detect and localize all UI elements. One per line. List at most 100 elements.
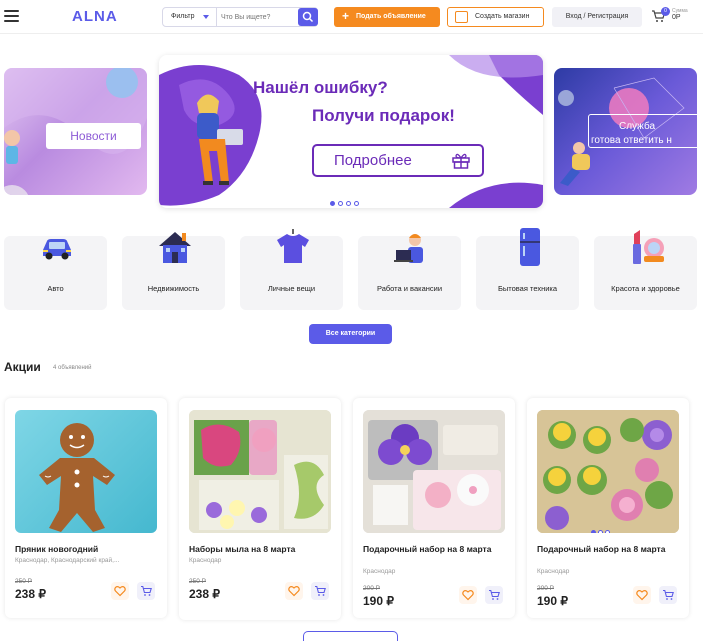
add-to-cart-button[interactable] (137, 582, 155, 600)
house-icon (159, 232, 191, 263)
banner-bug-report[interactable]: Нашёл ошибку? Получи подарок! Подробнее (159, 55, 543, 208)
product-name[interactable]: Подарочный набор на 8 марта (537, 544, 681, 555)
category-appliances[interactable]: Бытовая техника (476, 228, 579, 310)
product-location: Краснодар, Краснодарский край,... (15, 557, 120, 564)
heart-icon (636, 590, 648, 601)
category-label: Бытовая техника (497, 284, 558, 293)
tshirt-icon (277, 229, 309, 263)
plus-icon: + (342, 9, 350, 23)
image-dot[interactable] (605, 530, 610, 533)
fridge-icon (520, 228, 540, 266)
category-real-estate[interactable]: Недвижимость (122, 232, 225, 310)
banner-news[interactable]: Новости (4, 68, 147, 195)
search-input[interactable] (221, 8, 299, 26)
flower-soap-image (537, 410, 679, 533)
section-count: 4 объявлений (53, 365, 92, 371)
product-old-price: 200 Р (537, 585, 554, 592)
chevron-down-icon (203, 15, 209, 19)
product-image[interactable] (15, 410, 157, 533)
image-carousel-dots (591, 522, 612, 533)
search-bar: Фильтр (162, 7, 318, 27)
car-icon (43, 239, 71, 260)
shop-icon (455, 11, 468, 23)
heart-icon (288, 586, 300, 597)
cart-icon (141, 585, 152, 596)
category-auto[interactable]: Авто (4, 236, 107, 310)
product-name[interactable]: Пряник новогодний (15, 544, 159, 555)
category-jobs[interactable]: Работа и вакансии (358, 234, 461, 310)
carousel-dot[interactable] (330, 201, 335, 206)
category-label: Личные вещи (267, 284, 316, 293)
carousel-dots (330, 193, 372, 206)
product-card[interactable]: Пряник новогодний Краснодар, Краснодарск… (5, 398, 167, 618)
product-card[interactable]: Наборы мыла на 8 марта Краснодар 250 Р 2… (179, 398, 341, 620)
favorite-button[interactable] (285, 582, 303, 600)
news-button[interactable]: Новости (46, 123, 141, 149)
cosmetics-icon (633, 230, 664, 264)
heart-icon (462, 590, 474, 601)
banner-support[interactable]: Служба готова ответить н (554, 68, 697, 195)
product-name[interactable]: Подарочный набор на 8 марта (363, 544, 507, 555)
support-label-1: Служба (619, 121, 656, 132)
product-price: 238 ₽ (189, 587, 220, 601)
product-old-price: 250 Р (15, 578, 32, 585)
menu-icon[interactable] (4, 10, 19, 22)
product-location: Краснодар (537, 568, 570, 575)
product-name[interactable]: Наборы мыла на 8 марта (189, 544, 333, 555)
product-price: 238 ₽ (15, 587, 46, 601)
product-image[interactable] (189, 410, 331, 533)
add-to-cart-button[interactable] (311, 582, 329, 600)
details-button[interactable]: Подробнее (312, 144, 484, 177)
product-card[interactable]: Подарочный набор на 8 марта Краснодар 20… (527, 398, 689, 618)
category-label: Красота и здоровье (611, 284, 680, 293)
carousel-dot[interactable] (338, 201, 343, 206)
post-ad-button[interactable]: + Подать объявление (334, 7, 440, 27)
support-label-2: готова ответить н (591, 135, 672, 146)
favorite-button[interactable] (111, 582, 129, 600)
product-card[interactable]: Подарочный набор на 8 марта Краснодар 20… (353, 398, 515, 618)
banner-title-2: Получи подарок! (312, 106, 455, 125)
search-icon (302, 11, 314, 23)
add-to-cart-button[interactable] (659, 586, 677, 604)
show-more-button[interactable] (303, 631, 398, 641)
product-location: Краснодар (189, 557, 222, 564)
product-location: Краснодар (363, 568, 396, 575)
worker-icon (394, 234, 423, 263)
gift-icon (452, 153, 470, 169)
post-ad-label: Подать объявление (356, 13, 426, 20)
favorite-button[interactable] (459, 586, 477, 604)
cart-sum: 0Р (672, 14, 681, 21)
create-shop-label: Создать магазин (475, 13, 530, 20)
product-image[interactable] (537, 410, 679, 533)
filter-label: Фильтр (171, 13, 195, 20)
filter-dropdown[interactable]: Фильтр (163, 8, 217, 26)
image-dot[interactable] (598, 530, 603, 533)
add-to-cart-button[interactable] (485, 586, 503, 604)
favorite-button[interactable] (633, 586, 651, 604)
gingerbread-image (39, 423, 115, 532)
search-button[interactable] (298, 8, 318, 26)
section-title: Акции (4, 360, 41, 374)
logo[interactable]: ALNA (72, 8, 118, 25)
create-shop-button[interactable]: Создать магазин (447, 7, 544, 27)
product-price: 190 ₽ (363, 594, 394, 608)
category-beauty[interactable]: Красота и здоровье (594, 230, 697, 310)
category-personal-items[interactable]: Личные вещи (240, 229, 343, 310)
carousel-dot[interactable] (346, 201, 351, 206)
product-image[interactable] (363, 410, 505, 533)
soap-set-image (189, 410, 331, 533)
cart-count-badge: 0 (661, 7, 670, 16)
category-label: Работа и вакансии (376, 284, 443, 293)
cart-icon (489, 589, 500, 600)
support-button[interactable]: Служба готова ответить н (588, 114, 697, 148)
category-label: Недвижимость (147, 284, 200, 293)
image-dot[interactable] (591, 530, 596, 533)
all-categories-button[interactable]: Все категории (309, 324, 392, 344)
carousel-dot[interactable] (354, 201, 359, 206)
product-price: 190 ₽ (537, 594, 568, 608)
login-button[interactable]: Вход / Регистрация (552, 7, 642, 27)
cart-icon (315, 585, 326, 596)
banner-title-1: Нашёл ошибку? (253, 78, 388, 97)
details-label: Подробнее (334, 152, 412, 169)
category-label: Авто (47, 284, 64, 293)
